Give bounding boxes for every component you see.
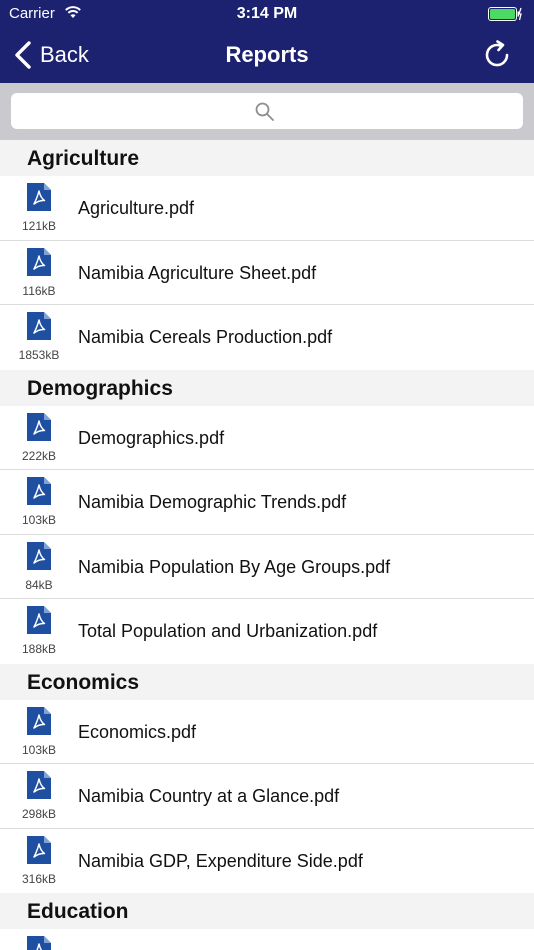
file-name: Total Population and Urbanization.pdf xyxy=(78,621,378,641)
report-row[interactable]: 1853kB Namibia Cereals Production.pdf xyxy=(0,305,534,370)
nav-row: Back Reports xyxy=(0,28,534,83)
file-size: 188kB xyxy=(21,642,57,656)
pdf-file-icon xyxy=(27,541,51,570)
report-row[interactable]: 103kB Namibia Demographic Trends.pdf xyxy=(0,470,534,535)
pdf-file-icon xyxy=(27,183,51,211)
search-bar xyxy=(0,83,534,140)
report-row[interactable]: 316kB Namibia GDP, Expenditure Side.pdf xyxy=(0,828,534,893)
section-header: Education xyxy=(0,893,534,929)
file-size: 103kB xyxy=(21,513,57,527)
status-bar: Carrier 3:14 PM xyxy=(0,0,534,28)
file-name: Demographics.pdf xyxy=(78,427,225,448)
pdf-file-icon xyxy=(27,412,51,441)
section-header: Agriculture xyxy=(0,140,534,176)
pdf-file-icon xyxy=(27,771,51,799)
file-size: 1853kB xyxy=(18,348,60,362)
file-name: Namibia Agriculture Sheet.pdf xyxy=(78,262,317,283)
file-name: Namibia Cereals Production.pdf xyxy=(78,327,333,347)
file-size: 222kB xyxy=(21,448,57,463)
file-name: Economics.pdf xyxy=(78,721,197,742)
search-icon xyxy=(255,102,274,121)
file-size: 103kB xyxy=(21,742,57,757)
file-size: 316kB xyxy=(21,871,57,886)
file-size: 121kB xyxy=(21,219,57,233)
report-list: Agriculture 121kB Agriculture.pdf 116kB Nami… xyxy=(0,140,534,950)
pdf-file-icon xyxy=(27,706,51,735)
navigation-bar: Carrier 3:14 PM Back Reports xyxy=(0,0,534,83)
file-size: 84kB xyxy=(25,577,53,592)
page-title: Reports xyxy=(225,42,309,67)
pdf-file-icon xyxy=(27,312,51,340)
report-row[interactable] xyxy=(0,929,534,950)
pdf-file-icon xyxy=(27,477,51,505)
section-header: Economics xyxy=(0,663,534,700)
file-size: 298kB xyxy=(21,807,57,821)
pdf-file-icon xyxy=(27,835,51,864)
report-row[interactable]: 103kB Economics.pdf xyxy=(0,699,534,764)
report-row[interactable]: 188kB Total Population and Urbanization.p… xyxy=(0,599,534,664)
pdf-file-icon xyxy=(27,936,51,950)
search-input[interactable] xyxy=(11,93,523,129)
file-size: 116kB xyxy=(22,283,56,298)
section-header: Demographics xyxy=(0,369,534,406)
file-name: Agriculture.pdf xyxy=(78,198,195,218)
pdf-file-icon xyxy=(27,247,51,276)
file-name: Namibia Country at a Glance.pdf xyxy=(78,786,340,806)
report-row[interactable]: 222kB Demographics.pdf xyxy=(0,405,534,470)
report-row[interactable]: 116kB Namibia Agriculture Sheet.pdf xyxy=(0,240,534,305)
report-row[interactable]: 84kB Namibia Population By Age Groups.pdf xyxy=(0,534,534,599)
clock: 3:14 PM xyxy=(236,5,298,22)
report-row[interactable]: 121kB Agriculture.pdf xyxy=(0,176,534,241)
battery-icon xyxy=(488,7,522,21)
pdf-file-icon xyxy=(27,606,51,634)
report-row[interactable]: 298kB Namibia Country at a Glance.pdf xyxy=(0,764,534,829)
refresh-icon[interactable] xyxy=(482,40,512,70)
file-name: Namibia GDP, Expenditure Side.pdf xyxy=(78,850,363,871)
file-name: Namibia Population By Age Groups.pdf xyxy=(78,556,391,577)
file-name: Namibia Demographic Trends.pdf xyxy=(78,492,347,512)
